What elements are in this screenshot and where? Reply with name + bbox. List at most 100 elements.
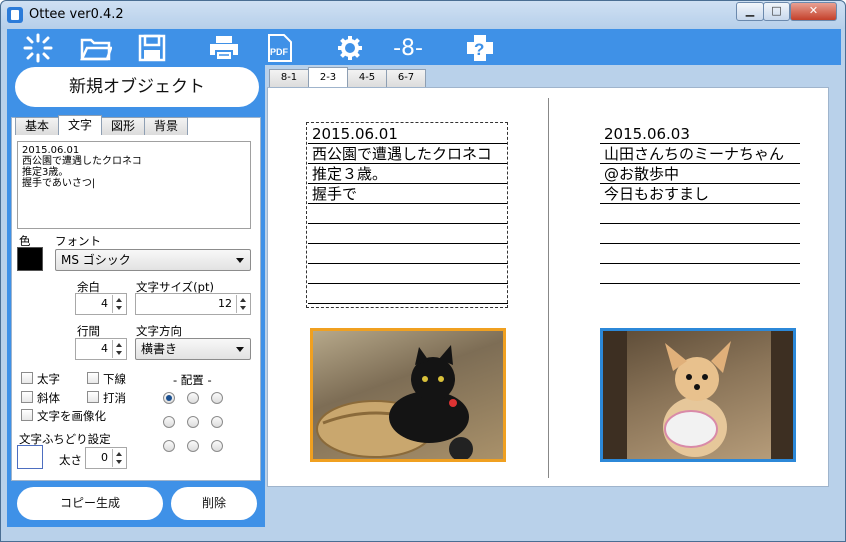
dog-photo-illustration: [603, 331, 793, 459]
tab-page-4-5[interactable]: 4-5: [347, 69, 387, 87]
save-icon[interactable]: [135, 33, 169, 63]
open-folder-icon[interactable]: [79, 33, 113, 63]
tab-page-8-1[interactable]: 8-1: [269, 69, 309, 87]
bold-checkbox[interactable]: [21, 372, 33, 384]
cat-photo-illustration: [316, 345, 473, 461]
cat-photo[interactable]: [310, 328, 506, 462]
tab-shape[interactable]: 図形: [101, 117, 146, 135]
window-title: Ottee ver0.4.2: [29, 7, 124, 22]
note-line: 2015.06.03: [600, 124, 800, 144]
page-spread-tabs: 8-1 2-3 4-5 6-7: [269, 67, 426, 87]
toolbar: PDF -8- ?: [7, 29, 841, 65]
arrow-down-icon[interactable]: [116, 306, 122, 310]
outline-thickness-stepper[interactable]: 0: [85, 447, 127, 469]
tab-basic[interactable]: 基本: [15, 117, 60, 135]
app-window: Ottee ver0.4.2 ▁ □ ✕ PDF -8- ? 新規オブジェクト …: [0, 0, 846, 542]
strikethrough-label: 打消: [103, 391, 126, 405]
object-properties-panel: 新規オブジェクト 基本 文字 図形 背景 2015.06.01 西公園で遭遇した…: [7, 65, 265, 527]
align-middle-left-radio[interactable]: [163, 416, 175, 428]
chevron-down-icon: [236, 258, 244, 263]
alignment-label: - 配置 -: [173, 373, 212, 387]
delete-button[interactable]: 削除: [171, 487, 257, 520]
italic-checkbox[interactable]: [21, 391, 33, 403]
property-tabs: 基本 文字 図形 背景: [15, 115, 189, 135]
note-line: [600, 204, 800, 224]
app-book-icon: [7, 7, 23, 23]
font-select[interactable]: MS ゴシック: [55, 249, 251, 271]
note-line: [600, 224, 800, 244]
page-divider: [548, 98, 549, 478]
bold-label: 太字: [37, 372, 60, 386]
spin-buttons[interactable]: [236, 295, 249, 313]
title-bar[interactable]: Ottee ver0.4.2 ▁ □ ✕: [1, 1, 845, 29]
underline-checkbox[interactable]: [87, 372, 99, 384]
text-direction-select[interactable]: 横書き: [135, 338, 251, 360]
align-bottom-right-radio[interactable]: [211, 440, 223, 452]
italic-label: 斜体: [37, 391, 60, 405]
margin-value: 4: [101, 297, 108, 310]
line-spacing-label: 行間: [77, 324, 100, 338]
new-object-button[interactable]: 新規オブジェクト: [15, 67, 259, 107]
align-bottom-left-radio[interactable]: [163, 440, 175, 452]
dog-photo[interactable]: [600, 328, 796, 462]
rasterize-text-checkbox[interactable]: [21, 409, 33, 421]
maximize-button[interactable]: □: [763, 2, 790, 21]
arrow-down-icon[interactable]: [116, 460, 122, 464]
note-line: [600, 244, 800, 264]
align-middle-center-radio[interactable]: [187, 416, 199, 428]
font-label: フォント: [55, 234, 101, 248]
line-spacing-value: 4: [101, 342, 108, 355]
page-number-icon[interactable]: -8-: [391, 33, 425, 63]
align-top-center-radio[interactable]: [187, 392, 199, 404]
margin-stepper[interactable]: 4: [75, 293, 127, 315]
thickness-label: 太さ: [59, 453, 82, 467]
font-select-value: MS ゴシック: [61, 253, 131, 267]
arrow-up-icon[interactable]: [116, 298, 122, 302]
tab-page-2-3[interactable]: 2-3: [308, 67, 348, 87]
help-icon[interactable]: ?: [463, 33, 497, 63]
tab-text[interactable]: 文字: [58, 115, 103, 135]
align-middle-right-radio[interactable]: [211, 416, 223, 428]
arrow-up-icon[interactable]: [240, 298, 246, 302]
settings-gear-icon[interactable]: [333, 33, 367, 63]
outline-color-swatch[interactable]: [17, 445, 43, 469]
close-button[interactable]: ✕: [790, 2, 837, 21]
selection-outline[interactable]: [306, 122, 508, 308]
tab-background[interactable]: 背景: [144, 117, 189, 135]
arrow-up-icon[interactable]: [116, 452, 122, 456]
arrow-down-icon[interactable]: [240, 306, 246, 310]
arrow-up-icon[interactable]: [116, 343, 122, 347]
pdf-icon[interactable]: PDF: [263, 33, 297, 63]
arrow-down-icon[interactable]: [116, 351, 122, 355]
print-icon[interactable]: [207, 33, 241, 63]
align-top-left-radio[interactable]: [163, 392, 175, 404]
font-size-value: 12: [218, 297, 232, 310]
svg-text:PDF: PDF: [270, 47, 289, 57]
spin-buttons[interactable]: [112, 449, 125, 467]
tab-page-6-7[interactable]: 6-7: [386, 69, 426, 87]
direction-label: 文字方向: [136, 324, 182, 338]
chevron-down-icon: [236, 347, 244, 352]
copy-generate-button[interactable]: コピー生成: [17, 487, 163, 520]
note-line: 今日もおすまし: [600, 184, 800, 204]
page-preview-area: 8-1 2-3 4-5 6-7 2015.06.01 西公園で遭遇したクロネコ …: [265, 65, 841, 527]
svg-text:?: ?: [474, 40, 484, 59]
minimize-button[interactable]: ▁: [736, 2, 764, 21]
page-spread: 2015.06.01 西公園で遭遇したクロネコ 推定３歳。 握手で 2015.0…: [267, 87, 829, 487]
text-content-input[interactable]: 2015.06.01 西公園で遭遇したクロネコ 推定3歳。 握手であいさつ|: [17, 141, 251, 229]
rasterize-text-label: 文字を画像化: [37, 409, 106, 423]
line-spacing-stepper[interactable]: 4: [75, 338, 127, 360]
underline-label: 下線: [103, 372, 126, 386]
text-color-swatch[interactable]: [17, 247, 43, 271]
note-line: @お散歩中: [600, 164, 800, 184]
font-size-stepper[interactable]: 12: [135, 293, 251, 315]
note-line: [600, 264, 800, 284]
strikethrough-checkbox[interactable]: [87, 391, 99, 403]
align-bottom-center-radio[interactable]: [187, 440, 199, 452]
spin-buttons[interactable]: [112, 340, 125, 358]
thickness-value: 0: [101, 451, 108, 464]
text-direction-value: 横書き: [141, 342, 178, 356]
align-top-right-radio[interactable]: [211, 392, 223, 404]
new-icon[interactable]: [21, 33, 55, 63]
spin-buttons[interactable]: [112, 295, 125, 313]
